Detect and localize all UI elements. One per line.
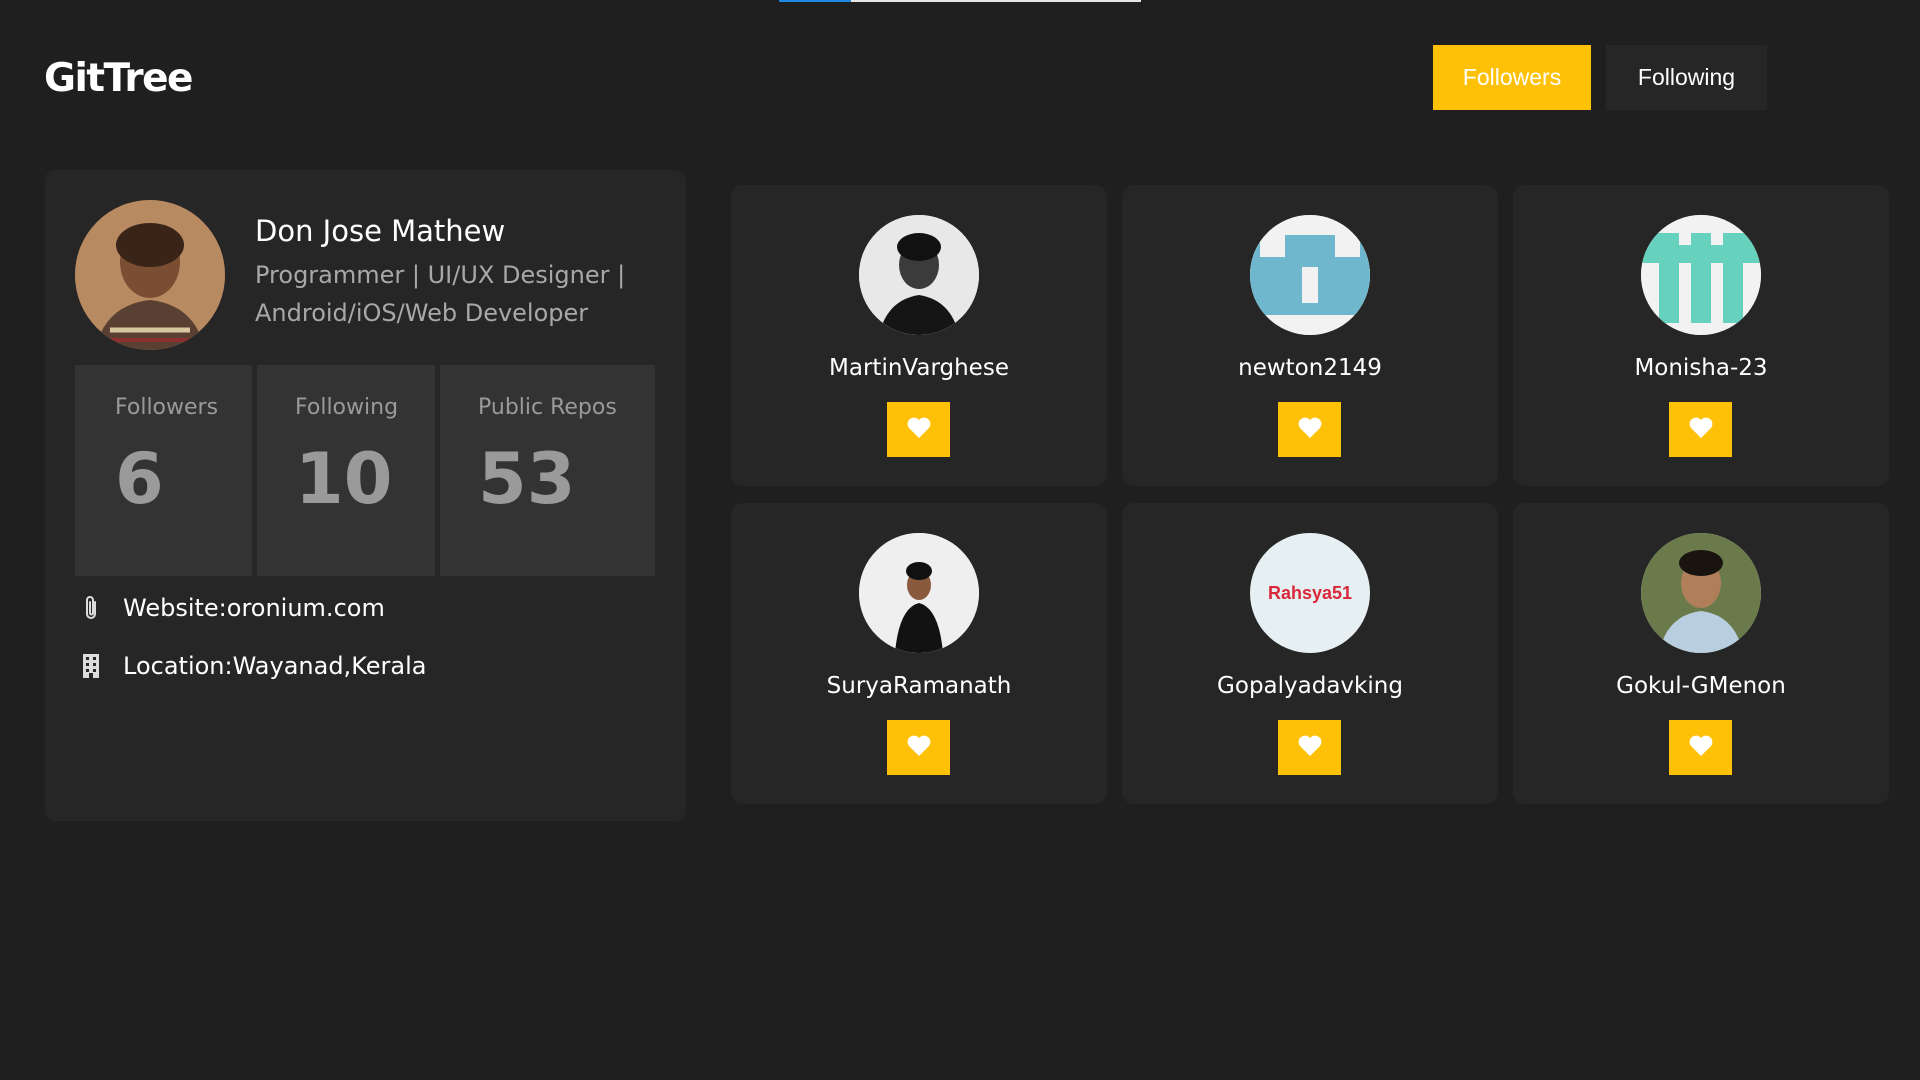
like-button[interactable]: [887, 720, 950, 775]
building-icon: [79, 653, 103, 679]
stat-label: Public Repos: [478, 395, 617, 420]
paperclip-icon: [79, 594, 103, 622]
user-card[interactable]: SuryaRamanath: [731, 503, 1107, 804]
like-button[interactable]: [1278, 402, 1341, 457]
stat-public-repos: Public Repos 53: [440, 365, 655, 576]
user-avatar: [859, 215, 979, 335]
avatar-text: Rahsya51: [1267, 582, 1353, 603]
stat-label: Following: [295, 395, 399, 420]
like-button[interactable]: [1669, 720, 1732, 775]
profile-card: Don Jose Mathew Programmer | UI/UX Desig…: [45, 170, 686, 821]
stat-value: 6: [115, 438, 164, 520]
website-link[interactable]: Website:oronium.com: [123, 594, 385, 622]
user-card[interactable]: MartinVarghese: [731, 185, 1107, 486]
user-avatar: [1641, 215, 1761, 335]
page-load-progress-fill: [779, 0, 852, 2]
tab-followers[interactable]: Followers: [1433, 45, 1591, 110]
location-text: Location:Wayanad,Kerala: [123, 652, 427, 680]
profile-bio: Programmer | UI/UX Designer | Android/iO…: [255, 261, 626, 327]
user-card[interactable]: Gokul-GMenon: [1513, 503, 1889, 804]
like-button[interactable]: [1278, 720, 1341, 775]
heart-icon: [906, 416, 932, 443]
user-name[interactable]: SuryaRamanath: [731, 673, 1107, 699]
user-card[interactable]: newton2149: [1122, 185, 1498, 486]
tab-following[interactable]: Following: [1606, 45, 1767, 110]
user-card[interactable]: Rahsya51 Gopalyadavking: [1122, 503, 1498, 804]
heart-icon: [1688, 734, 1714, 761]
stat-value: 53: [478, 438, 576, 520]
stat-label: Followers: [115, 395, 219, 420]
user-avatar: [859, 533, 979, 653]
view-tabs: Followers Following: [1433, 45, 1767, 110]
like-button[interactable]: [887, 402, 950, 457]
profile-name: Don Jose Mathew: [255, 214, 506, 248]
heart-icon: [906, 734, 932, 761]
location-row: Location:Wayanad,Kerala: [79, 652, 426, 680]
user-avatar: Rahsya51: [1250, 533, 1370, 653]
user-card[interactable]: Monisha-23: [1513, 185, 1889, 486]
like-button[interactable]: [1669, 402, 1732, 457]
user-name[interactable]: Monisha-23: [1513, 355, 1889, 381]
user-avatar: [1250, 215, 1370, 335]
heart-icon: [1297, 416, 1323, 443]
user-name[interactable]: Gopalyadavking: [1122, 673, 1498, 699]
user-avatar: [1641, 533, 1761, 653]
profile-stats: Followers 6 Following 10 Public Repos 53: [75, 365, 655, 576]
stat-value: 10: [295, 438, 393, 520]
stat-following: Following 10: [257, 365, 435, 576]
user-name[interactable]: Gokul-GMenon: [1513, 673, 1889, 699]
app-logo[interactable]: GitTree: [44, 56, 193, 101]
page-load-progress-bar: [779, 0, 1141, 2]
user-name[interactable]: MartinVarghese: [731, 355, 1107, 381]
stat-followers: Followers 6: [75, 365, 252, 576]
profile-avatar: [75, 200, 225, 350]
website-row[interactable]: Website:oronium.com: [79, 594, 385, 622]
heart-icon: [1688, 416, 1714, 443]
user-name[interactable]: newton2149: [1122, 355, 1498, 381]
heart-icon: [1297, 734, 1323, 761]
